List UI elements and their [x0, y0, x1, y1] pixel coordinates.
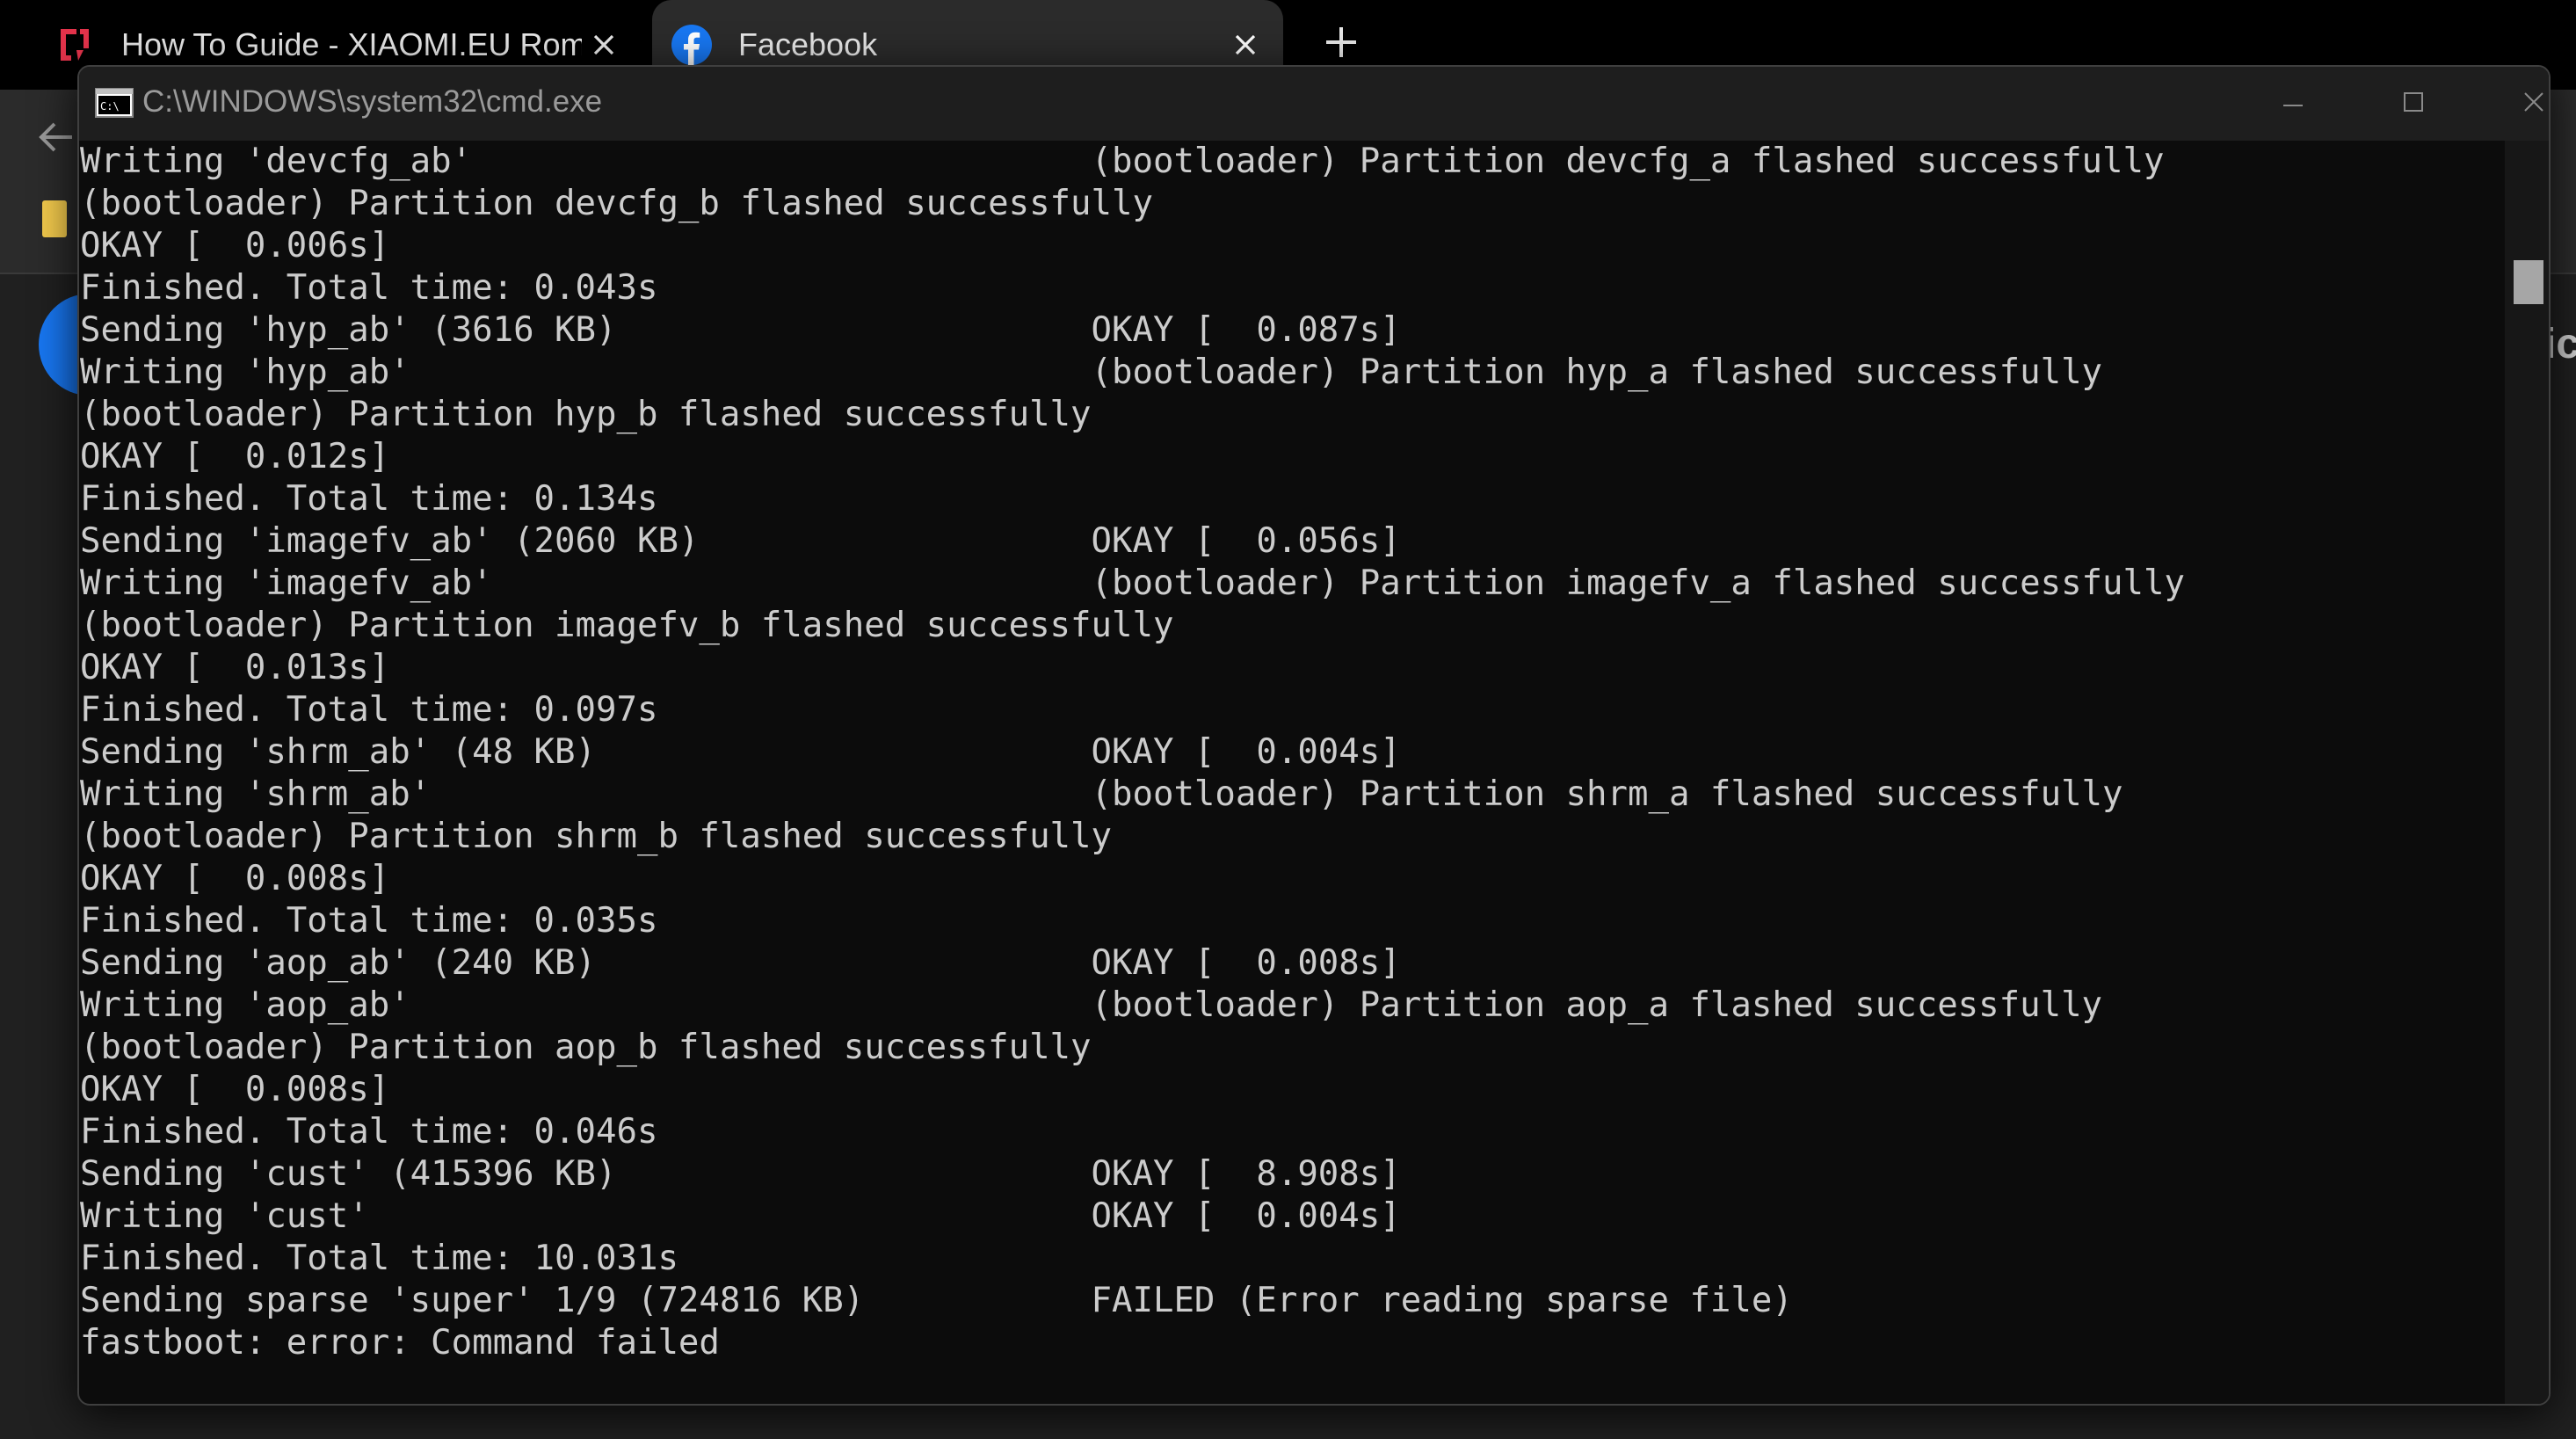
vertical-scrollbar[interactable] — [2505, 141, 2549, 1404]
console-line: Writing 'devcfg_ab' (bootloader) Partiti… — [80, 142, 2165, 181]
console-line: Finished. Total time: 0.097s — [80, 690, 658, 730]
maximize-icon — [2404, 91, 2423, 116]
facebook-icon — [671, 25, 712, 65]
tab-title: Facebook — [738, 26, 878, 62]
console-line: Sending 'shrm_ab' (48 KB) OKAY [ 0.004s] — [80, 732, 1401, 772]
scrollbar-thumb[interactable] — [2514, 260, 2543, 304]
console-line: (bootloader) Partition hyp_b flashed suc… — [80, 395, 1092, 434]
console-output[interactable]: Writing 'devcfg_ab' (bootloader) Partiti… — [79, 141, 2505, 1404]
console-line: Writing 'shrm_ab' (bootloader) Partition… — [80, 774, 2123, 814]
console-line: OKAY [ 0.013s] — [80, 648, 390, 687]
minimize-icon — [2283, 96, 2303, 112]
window-titlebar[interactable]: C:\ C:\WINDOWS\system32\cmd.exe — [79, 67, 2549, 141]
close-icon — [2523, 91, 2544, 117]
console-line: Sending 'hyp_ab' (3616 KB) OKAY [ 0.087s… — [80, 310, 1401, 350]
close-button[interactable] — [2481, 74, 2549, 134]
console-line: OKAY [ 0.012s] — [80, 437, 390, 476]
console-line: Writing 'cust' OKAY [ 0.004s] — [80, 1196, 1401, 1236]
plus-icon — [1324, 25, 1359, 64]
console-line: Sending 'aop_ab' (240 KB) OKAY [ 0.008s] — [80, 943, 1401, 983]
console-line: Finished. Total time: 0.046s — [80, 1112, 658, 1152]
tab-title: How To Guide - XIAOMI.EU Rom — [121, 26, 582, 62]
console-line: OKAY [ 0.008s] — [80, 1070, 390, 1109]
back-button[interactable] — [30, 113, 83, 165]
console-line: Sending 'cust' (415396 KB) OKAY [ 8.908s… — [80, 1154, 1401, 1194]
maximize-button[interactable] — [2361, 74, 2466, 134]
console-line: Finished. Total time: 0.035s — [80, 901, 658, 941]
console-line: (bootloader) Partition devcfg_b flashed … — [80, 184, 1153, 223]
cmd-icon: C:\ — [95, 88, 134, 118]
close-icon[interactable] — [1223, 23, 1267, 67]
console-line: Finished. Total time: 0.043s — [80, 268, 658, 308]
console-line: (bootloader) Partition shrm_b flashed su… — [80, 817, 1112, 856]
window-title: C:\WINDOWS\system32\cmd.exe — [142, 84, 603, 119]
console-line: fastboot: error: Command failed — [80, 1323, 720, 1363]
console-line: OKAY [ 0.006s] — [80, 226, 390, 265]
close-icon[interactable] — [582, 23, 626, 67]
bookmark-folder-icon[interactable] — [42, 200, 67, 237]
console-line: Sending sparse 'super' 1/9 (724816 KB) F… — [80, 1281, 1793, 1320]
console-line: (bootloader) Partition aop_b flashed suc… — [80, 1028, 1092, 1067]
svg-text:C:\: C:\ — [100, 100, 120, 113]
console-line: Writing 'hyp_ab' (bootloader) Partition … — [80, 352, 2103, 392]
arrow-left-icon — [37, 120, 76, 159]
new-tab-button[interactable] — [1315, 18, 1368, 70]
console-line: Finished. Total time: 0.134s — [80, 479, 658, 519]
console-line: Writing 'imagefv_ab' (bootloader) Partit… — [80, 563, 2185, 603]
minimize-button[interactable] — [2240, 74, 2346, 134]
console-line: (bootloader) Partition imagefv_b flashed… — [80, 606, 1174, 645]
cmd-window[interactable]: C:\ C:\WINDOWS\system32\cmd.exe Writing … — [77, 65, 2551, 1406]
xiaomi-eu-icon — [54, 25, 95, 65]
console-text: Writing 'devcfg_ab' (bootloader) Partiti… — [80, 141, 2505, 1364]
console-line: Finished. Total time: 10.031s — [80, 1239, 678, 1278]
console-line: OKAY [ 0.008s] — [80, 859, 390, 898]
console-line: Sending 'imagefv_ab' (2060 KB) OKAY [ 0.… — [80, 521, 1401, 561]
console-line: Writing 'aop_ab' (bootloader) Partition … — [80, 985, 2103, 1025]
